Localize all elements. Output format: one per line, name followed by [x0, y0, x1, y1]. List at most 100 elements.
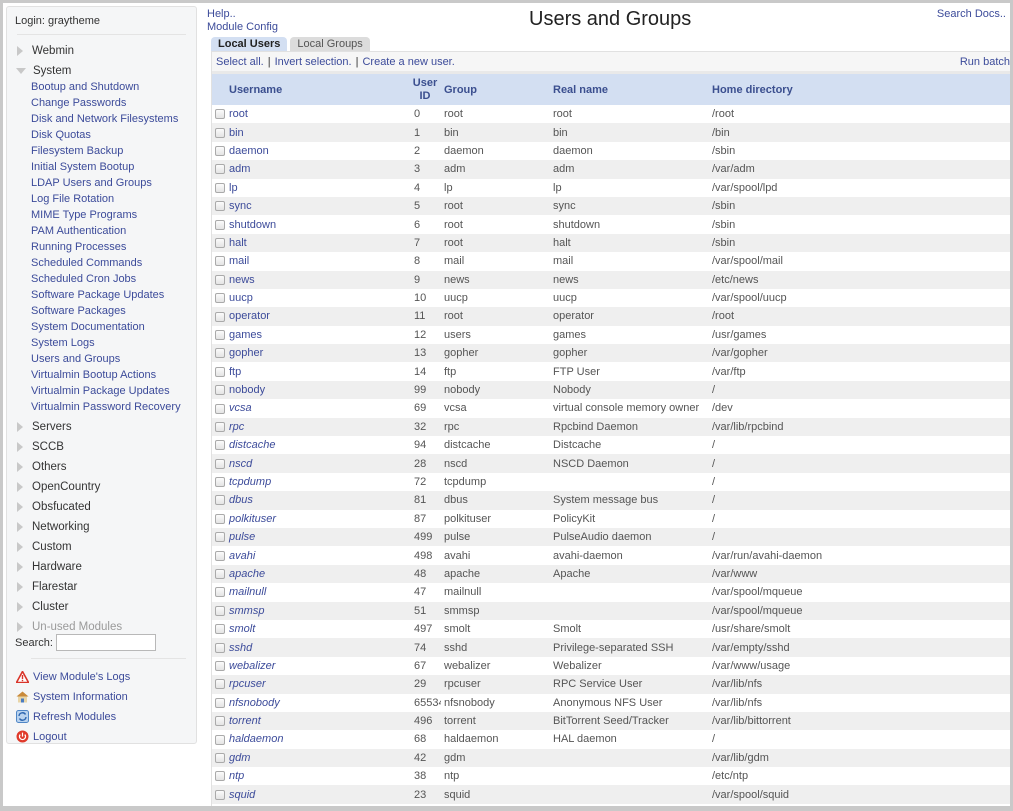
row-checkbox[interactable]	[215, 642, 225, 653]
row-checkbox[interactable]	[215, 458, 225, 469]
row-checkbox[interactable]	[215, 789, 225, 800]
username-link[interactable]: apache	[229, 568, 265, 580]
row-checkbox[interactable]	[215, 752, 225, 763]
row-checkbox[interactable]	[215, 605, 225, 616]
row-checkbox[interactable]	[215, 697, 225, 708]
sidebar-module-link[interactable]: Initial System Bootup	[31, 161, 134, 173]
sidebar-module-link[interactable]: Virtualmin Package Updates	[31, 385, 170, 397]
username-link[interactable]: lp	[229, 182, 238, 194]
username-link[interactable]: mail	[229, 255, 249, 267]
column-header-username[interactable]: Username	[212, 74, 409, 105]
row-checkbox[interactable]	[215, 385, 225, 396]
module-config-link[interactable]: Module Config	[207, 21, 278, 33]
sidebar-tool-view-module-s-logs[interactable]: View Module's Logs	[16, 670, 130, 683]
sidebar-category-networking[interactable]: Networking	[17, 519, 90, 535]
sidebar-category-opencountry[interactable]: OpenCountry	[17, 479, 100, 495]
username-link[interactable]: uucp	[229, 292, 253, 304]
sidebar-module-link[interactable]: System Logs	[31, 337, 95, 349]
row-checkbox[interactable]	[215, 495, 225, 506]
sidebar-module-link[interactable]: Software Packages	[31, 305, 126, 317]
sidebar-module-link[interactable]: Running Processes	[31, 241, 126, 253]
row-checkbox[interactable]	[215, 201, 225, 212]
username-link[interactable]: smmsp	[229, 605, 264, 617]
username-link[interactable]: smolt	[229, 623, 255, 635]
row-checkbox[interactable]	[215, 164, 225, 175]
invert-selection-link[interactable]: Invert selection.	[275, 56, 352, 68]
row-checkbox[interactable]	[215, 219, 225, 230]
username-link[interactable]: daemon	[229, 145, 269, 157]
username-link[interactable]: bin	[229, 127, 244, 139]
row-checkbox[interactable]	[215, 587, 225, 598]
username-link[interactable]: vcsa	[229, 402, 252, 414]
username-link[interactable]: squid	[229, 789, 255, 801]
username-link[interactable]: root	[229, 108, 248, 120]
tab-local-users[interactable]: Local Users	[211, 37, 288, 51]
row-checkbox[interactable]	[215, 734, 225, 745]
sidebar-module-link[interactable]: Scheduled Commands	[31, 257, 142, 269]
create-user-link[interactable]: Create a new user.	[362, 56, 454, 68]
row-checkbox[interactable]	[215, 348, 225, 359]
sidebar-category-cluster[interactable]: Cluster	[17, 599, 68, 615]
row-checkbox[interactable]	[215, 716, 225, 727]
sidebar-tool-logout[interactable]: Logout	[16, 730, 67, 743]
username-link[interactable]: operator	[229, 310, 270, 322]
sidebar-module-link[interactable]: Virtualmin Bootup Actions	[31, 369, 156, 381]
sidebar-module-link[interactable]: Change Passwords	[31, 97, 126, 109]
row-checkbox[interactable]	[215, 274, 225, 285]
username-link[interactable]: webalizer	[229, 660, 275, 672]
username-link[interactable]: distcache	[229, 439, 275, 451]
sidebar-category-hardware[interactable]: Hardware	[17, 559, 82, 575]
username-link[interactable]: sshd	[229, 642, 252, 654]
sidebar-category-others[interactable]: Others	[17, 459, 67, 475]
row-checkbox[interactable]	[215, 679, 225, 690]
sidebar-category-webmin[interactable]: Webmin	[17, 43, 74, 59]
column-header-group[interactable]: Group	[441, 74, 548, 105]
run-batch-link[interactable]: Run batch	[960, 56, 1010, 68]
row-checkbox[interactable]	[215, 513, 225, 524]
row-checkbox[interactable]	[215, 569, 225, 580]
search-docs-link[interactable]: Search Docs..	[937, 8, 1006, 20]
username-link[interactable]: gopher	[229, 347, 263, 359]
row-checkbox[interactable]	[215, 311, 225, 322]
sidebar-module-link[interactable]: Disk Quotas	[31, 129, 91, 141]
sidebar-category-un-used-modules[interactable]: Un-used Modules	[17, 619, 122, 635]
sidebar-module-link[interactable]: LDAP Users and Groups	[31, 177, 152, 189]
username-link[interactable]: halt	[229, 237, 247, 249]
sidebar-module-link[interactable]: Users and Groups	[31, 353, 120, 365]
row-checkbox[interactable]	[215, 238, 225, 249]
row-checkbox[interactable]	[215, 532, 225, 543]
username-link[interactable]: polkituser	[229, 513, 276, 525]
sidebar-category-sccb[interactable]: SCCB	[17, 439, 64, 455]
row-checkbox[interactable]	[215, 366, 225, 377]
search-input[interactable]	[55, 634, 156, 651]
username-link[interactable]: pulse	[229, 531, 255, 543]
sidebar-module-link[interactable]: System Documentation	[31, 321, 145, 333]
sidebar-module-link[interactable]: Disk and Network Filesystems	[31, 113, 178, 125]
username-link[interactable]: tcpdump	[229, 476, 271, 488]
sidebar-tool-refresh-modules[interactable]: Refresh Modules	[16, 710, 116, 723]
sidebar-category-custom[interactable]: Custom	[17, 539, 72, 555]
sidebar-tool-system-information[interactable]: System Information	[16, 690, 128, 703]
sidebar-module-link[interactable]: Bootup and Shutdown	[31, 81, 139, 93]
username-link[interactable]: avahi	[229, 550, 255, 562]
username-link[interactable]: dbus	[229, 494, 253, 506]
row-checkbox[interactable]	[215, 146, 225, 157]
sidebar-module-link[interactable]: MIME Type Programs	[31, 209, 137, 221]
row-checkbox[interactable]	[215, 624, 225, 635]
sidebar-module-link[interactable]: Scheduled Cron Jobs	[31, 273, 136, 285]
username-link[interactable]: games	[229, 329, 262, 341]
row-checkbox[interactable]	[215, 403, 225, 414]
username-link[interactable]: torrent	[229, 715, 261, 727]
username-link[interactable]: adm	[229, 163, 250, 175]
row-checkbox[interactable]	[215, 440, 225, 451]
username-link[interactable]: mailnull	[229, 586, 266, 598]
username-link[interactable]: ftp	[229, 366, 241, 378]
row-checkbox[interactable]	[215, 109, 225, 120]
sidebar-module-link[interactable]: Filesystem Backup	[31, 145, 123, 157]
row-checkbox[interactable]	[215, 182, 225, 193]
row-checkbox[interactable]	[215, 477, 225, 488]
username-link[interactable]: nfsnobody	[229, 697, 280, 709]
column-header-uid[interactable]: User ID	[409, 74, 441, 105]
row-checkbox[interactable]	[215, 256, 225, 267]
row-checkbox[interactable]	[215, 127, 225, 138]
